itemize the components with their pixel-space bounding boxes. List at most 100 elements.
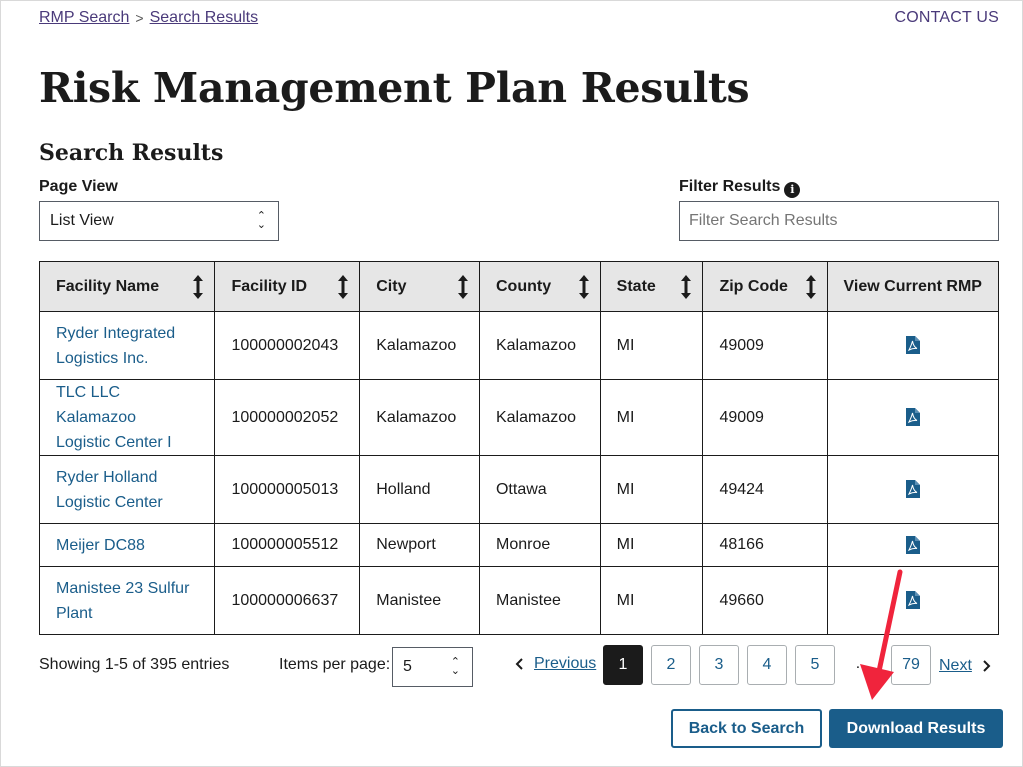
facility-name-link[interactable]: Ryder Integrated Logistics Inc. — [56, 325, 175, 367]
sort-icon[interactable] — [457, 274, 469, 300]
items-per-page-label: Items per page: — [279, 656, 391, 673]
table-row: TLC LLC Kalamazoo Logistic Center I 10000… — [38, 379, 1000, 456]
showing-entries-text: Showing 1-5 of 395 entries — [39, 656, 230, 673]
facility-name-link[interactable]: Ryder Holland Logistic Center — [56, 469, 163, 511]
state-cell: MI — [599, 523, 704, 567]
filter-search-input[interactable] — [679, 201, 999, 241]
page-view-select[interactable]: List View ⌃ ⌄ — [39, 201, 279, 241]
page-2-button[interactable]: 2 — [651, 645, 691, 685]
table-header-row: Facility Name Facility ID City County St… — [38, 261, 1000, 312]
items-per-page-select[interactable]: 5 ⌃ ⌄ — [392, 647, 473, 687]
col-facility-id[interactable]: Facility ID — [214, 261, 361, 312]
items-per-page-value: 5 — [403, 658, 412, 675]
county-cell: Monroe — [478, 523, 601, 567]
facility-id-cell: 100000005013 — [214, 455, 361, 524]
col-zip-code[interactable]: Zip Code — [702, 261, 828, 312]
facility-name-cell: Meijer DC88 — [38, 523, 216, 567]
filter-results-label: Filter Results i — [679, 178, 801, 198]
zip-cell: 49009 — [702, 311, 828, 380]
pdf-icon[interactable] — [905, 408, 920, 427]
state-cell: MI — [599, 379, 704, 456]
col-facility-name[interactable]: Facility Name — [38, 261, 216, 312]
sort-icon[interactable] — [680, 274, 692, 300]
previous-label: Previous — [534, 655, 597, 672]
facility-id-cell: 100000005512 — [214, 523, 361, 567]
page-view-value: List View — [50, 212, 114, 229]
sort-icon[interactable] — [192, 274, 204, 300]
state-cell: MI — [599, 311, 704, 380]
zip-cell: 49660 — [702, 566, 828, 635]
col-label: State — [616, 277, 656, 295]
facility-name-cell: TLC LLC Kalamazoo Logistic Center I — [38, 379, 216, 456]
city-cell: Holland — [359, 455, 480, 524]
select-chevron-icon: ⌃ ⌄ — [450, 656, 460, 677]
col-view-current-rmp: View Current RMP — [826, 261, 1000, 312]
chevron-left-icon — [515, 658, 523, 670]
state-cell: MI — [599, 455, 704, 524]
city-cell: Manistee — [359, 566, 480, 635]
annotation-arrow-icon — [860, 569, 903, 700]
section-title: Search Results — [39, 140, 224, 166]
breadcrumb-search-results-link[interactable]: Search Results — [150, 9, 259, 27]
col-label: View Current RMP — [843, 277, 982, 295]
pdf-icon[interactable] — [905, 480, 920, 499]
select-chevron-icon: ⌃ ⌄ — [256, 210, 266, 231]
city-cell: Kalamazoo — [359, 311, 480, 380]
pdf-icon[interactable] — [905, 336, 920, 355]
breadcrumb: RMP Search > Search Results — [39, 9, 258, 27]
filter-results-label-text: Filter Results — [679, 178, 781, 195]
breadcrumb-rmp-search-link[interactable]: RMP Search — [39, 9, 129, 27]
previous-page-link[interactable]: Previous — [515, 655, 596, 673]
county-cell: Kalamazoo — [478, 379, 601, 456]
col-label: Facility ID — [231, 277, 308, 295]
table-row: Meijer DC88 100000005512 Newport Monroe … — [38, 523, 1000, 567]
zip-cell: 49424 — [702, 455, 828, 524]
city-cell: Kalamazoo — [359, 379, 480, 456]
county-cell: Kalamazoo — [478, 311, 601, 380]
next-page-link[interactable]: Next — [939, 657, 991, 675]
county-cell: Manistee — [478, 566, 601, 635]
facility-name-cell: Ryder Integrated Logistics Inc. — [38, 311, 216, 380]
facility-name-link[interactable]: Meijer DC88 — [56, 537, 145, 554]
facility-id-cell: 100000002043 — [214, 311, 361, 380]
sort-icon[interactable] — [578, 274, 590, 300]
facility-id-cell: 100000002052 — [214, 379, 361, 456]
facility-name-cell: Ryder Holland Logistic Center — [38, 455, 216, 524]
chevron-right-icon — [983, 660, 991, 672]
facility-name-link[interactable]: Manistee 23 Sulfur Plant — [56, 580, 189, 622]
download-results-button[interactable]: Download Results — [829, 709, 1003, 748]
pdf-icon[interactable] — [905, 535, 920, 554]
col-label: County — [495, 277, 552, 295]
page-title: Risk Management Plan Results — [39, 64, 750, 112]
sort-icon[interactable] — [805, 274, 817, 300]
facility-name-link[interactable]: TLC LLC Kalamazoo Logistic Center I — [56, 384, 172, 451]
county-cell: Ottawa — [478, 455, 601, 524]
contact-us-link[interactable]: CONTACT US — [894, 9, 999, 27]
page-1-button[interactable]: 1 — [603, 645, 643, 685]
page-3-button[interactable]: 3 — [699, 645, 739, 685]
city-cell: Newport — [359, 523, 480, 567]
next-label: Next — [939, 657, 972, 674]
page-5-button[interactable]: 5 — [795, 645, 835, 685]
rmp-cell — [826, 455, 1000, 524]
facility-name-cell: Manistee 23 Sulfur Plant — [38, 566, 216, 635]
state-cell: MI — [599, 566, 704, 635]
rmp-cell — [826, 379, 1000, 456]
col-city[interactable]: City — [359, 261, 480, 312]
col-label: City — [376, 277, 407, 295]
col-state[interactable]: State — [599, 261, 704, 312]
page-4-button[interactable]: 4 — [747, 645, 787, 685]
rmp-cell — [826, 311, 1000, 380]
sort-icon[interactable] — [337, 274, 349, 300]
info-icon[interactable]: i — [784, 182, 801, 198]
col-label: Zip Code — [719, 277, 788, 295]
page-view-label: Page View — [39, 178, 118, 195]
table-row: Ryder Integrated Logistics Inc. 100000002… — [38, 311, 1000, 380]
breadcrumb-separator: > — [135, 10, 144, 26]
back-to-search-button[interactable]: Back to Search — [671, 709, 822, 748]
zip-cell: 49009 — [702, 379, 828, 456]
col-county[interactable]: County — [478, 261, 601, 312]
rmp-cell — [826, 523, 1000, 567]
col-label: Facility Name — [56, 277, 160, 295]
zip-cell: 48166 — [702, 523, 828, 567]
